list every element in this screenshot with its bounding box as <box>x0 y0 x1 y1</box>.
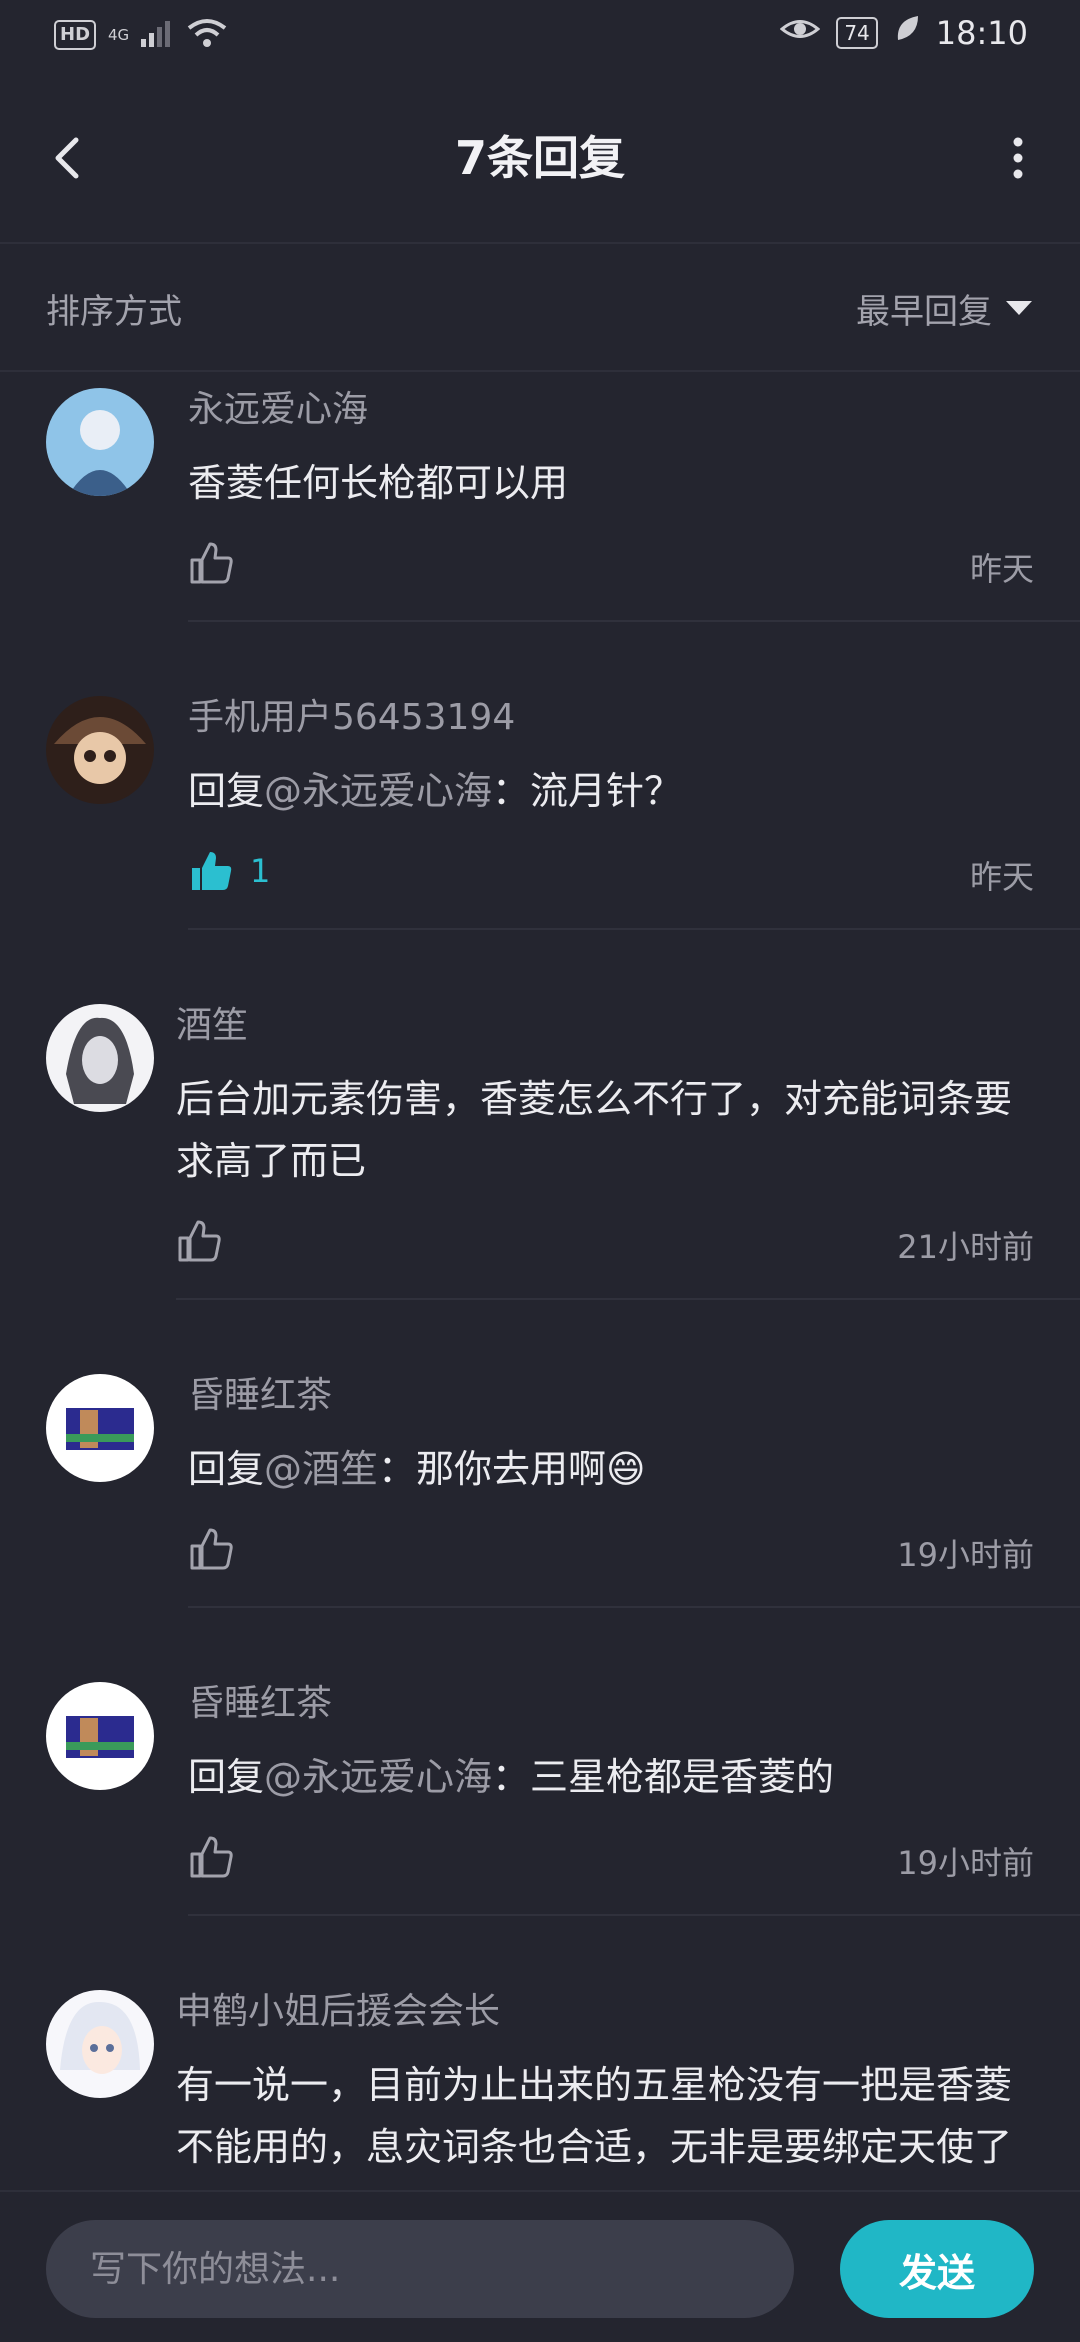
page-title: 7条回复 <box>454 131 625 185</box>
sort-label: 排序方式 <box>46 292 182 332</box>
comment-username[interactable]: 酒笙 <box>176 996 248 1048</box>
sort-dropdown[interactable]: 最早回复 <box>856 284 1032 333</box>
avatar[interactable] <box>46 1004 154 1112</box>
thumbs-up-icon[interactable] <box>188 1526 234 1572</box>
comment-body: ：三星枪都是香菱的 <box>492 1755 835 1799</box>
battery-indicator: 74 <box>836 17 878 49</box>
comment-divider <box>176 1298 1080 1300</box>
avatar[interactable] <box>46 1990 154 2098</box>
comment-list[interactable]: 永远爱心海 香菱任何长枪都可以用 昨天 手机用户56453194 回复@永远爱心… <box>0 372 1080 2190</box>
reply-prefix: 回复 <box>188 1447 265 1491</box>
comment-item: 申鹤小姐后援会会长 有一说一，目前为止出来的五星枪没有一把是香菱不能用的，息灾词… <box>0 1974 1080 2190</box>
comment-timestamp: 19小时前 <box>897 1536 1034 1574</box>
comment-item: 永远爱心海 香菱任何长枪都可以用 昨天 <box>0 372 1080 624</box>
comment-divider <box>188 1606 1080 1608</box>
triangle-down-icon <box>1006 300 1032 315</box>
app-header: 7条回复 <box>0 78 1080 244</box>
sort-bar: 排序方式 最早回复 <box>0 244 1080 372</box>
thumbs-up-icon[interactable] <box>188 1834 234 1880</box>
comment-username[interactable]: 昏睡红茶 <box>188 1674 332 1726</box>
mention-link[interactable]: @酒笙 <box>264 1447 378 1491</box>
reply-prefix: 回复 <box>188 1755 265 1799</box>
send-button[interactable]: 发送 <box>840 2220 1034 2318</box>
comment-divider <box>188 1914 1080 1916</box>
hd-badge: HD <box>54 20 97 50</box>
comment-body: 香菱任何长枪都可以用 <box>188 461 569 505</box>
comment-username[interactable]: 手机用户56453194 <box>188 688 515 740</box>
avatar[interactable] <box>46 696 154 804</box>
more-options-button[interactable] <box>988 128 1048 188</box>
comment-text: 香菱任何长枪都可以用 <box>188 452 1034 514</box>
comment-divider <box>188 620 1080 622</box>
comment-item: 昏睡红茶 回复@酒笙：那你去用啊😄 19小时前 <box>0 1358 1080 1610</box>
comment-username[interactable]: 申鹤小姐后援会会长 <box>176 1982 500 2034</box>
avatar[interactable] <box>46 1374 154 1482</box>
like-count: 1 <box>250 852 271 890</box>
thumbs-up-filled-icon[interactable] <box>188 848 234 894</box>
comment-username[interactable]: 永远爱心海 <box>188 380 368 432</box>
comment-text: 回复@酒笙：那你去用啊😄 <box>188 1438 1034 1500</box>
network-label: 4G <box>108 26 130 44</box>
comment-username[interactable]: 昏睡红茶 <box>188 1366 332 1418</box>
comment-divider <box>188 928 1080 930</box>
reply-input[interactable] <box>46 2220 794 2318</box>
reply-prefix: 回复 <box>188 769 265 813</box>
more-vertical-icon <box>1013 137 1023 179</box>
comment-timestamp: 21小时前 <box>897 1228 1034 1266</box>
thumbs-up-icon[interactable] <box>188 540 234 586</box>
avatar[interactable] <box>46 388 154 496</box>
comment-text: 后台加元素伤害，香菱怎么不行了，对充能词条要求高了而已 <box>176 1068 1036 1192</box>
avatar[interactable] <box>46 1682 154 1790</box>
comment-body: 有一说一，目前为止出来的五星枪没有一把是香菱不能用的，息灾词条也合适，无非是要绑… <box>176 2063 1013 2190</box>
wifi-icon <box>187 18 227 52</box>
thumbs-up-icon[interactable] <box>176 1218 222 1264</box>
comment-body: ：流月针？ <box>492 769 683 813</box>
comment-body: ：那你去用啊😄 <box>378 1447 646 1491</box>
comment-timestamp: 昨天 <box>969 550 1034 588</box>
status-bar: HD 4G 74 18:10 <box>0 0 1080 78</box>
comment-item: 酒笙 后台加元素伤害，香菱怎么不行了，对充能词条要求高了而已 21小时前 <box>0 988 1080 1302</box>
comment-timestamp: 昨天 <box>969 858 1034 896</box>
comment-text: 回复@永远爱心海：三星枪都是香菱的 <box>188 1746 1034 1808</box>
comment-text: 有一说一，目前为止出来的五星枪没有一把是香菱不能用的，息灾词条也合适，无非是要绑… <box>176 2054 1036 2190</box>
mention-link[interactable]: @永远爱心海 <box>264 769 492 813</box>
reply-bar: 发送 <box>0 2190 1080 2342</box>
mention-link[interactable]: @永远爱心海 <box>264 1755 492 1799</box>
eye-comfort-icon <box>779 14 821 52</box>
clock: 18:10 <box>935 14 1028 52</box>
comment-body: 后台加元素伤害，香菱怎么不行了，对充能词条要求高了而已 <box>176 1077 1013 1183</box>
sort-selected-value: 最早回复 <box>856 292 992 332</box>
leaf-icon <box>894 14 920 52</box>
signal-icon <box>141 19 175 51</box>
comment-item: 手机用户56453194 回复@永远爱心海：流月针？ 1 昨天 <box>0 680 1080 932</box>
comment-item: 昏睡红茶 回复@永远爱心海：三星枪都是香菱的 19小时前 <box>0 1666 1080 1918</box>
comment-text: 回复@永远爱心海：流月针？ <box>188 760 1034 822</box>
comment-timestamp: 19小时前 <box>897 1844 1034 1882</box>
